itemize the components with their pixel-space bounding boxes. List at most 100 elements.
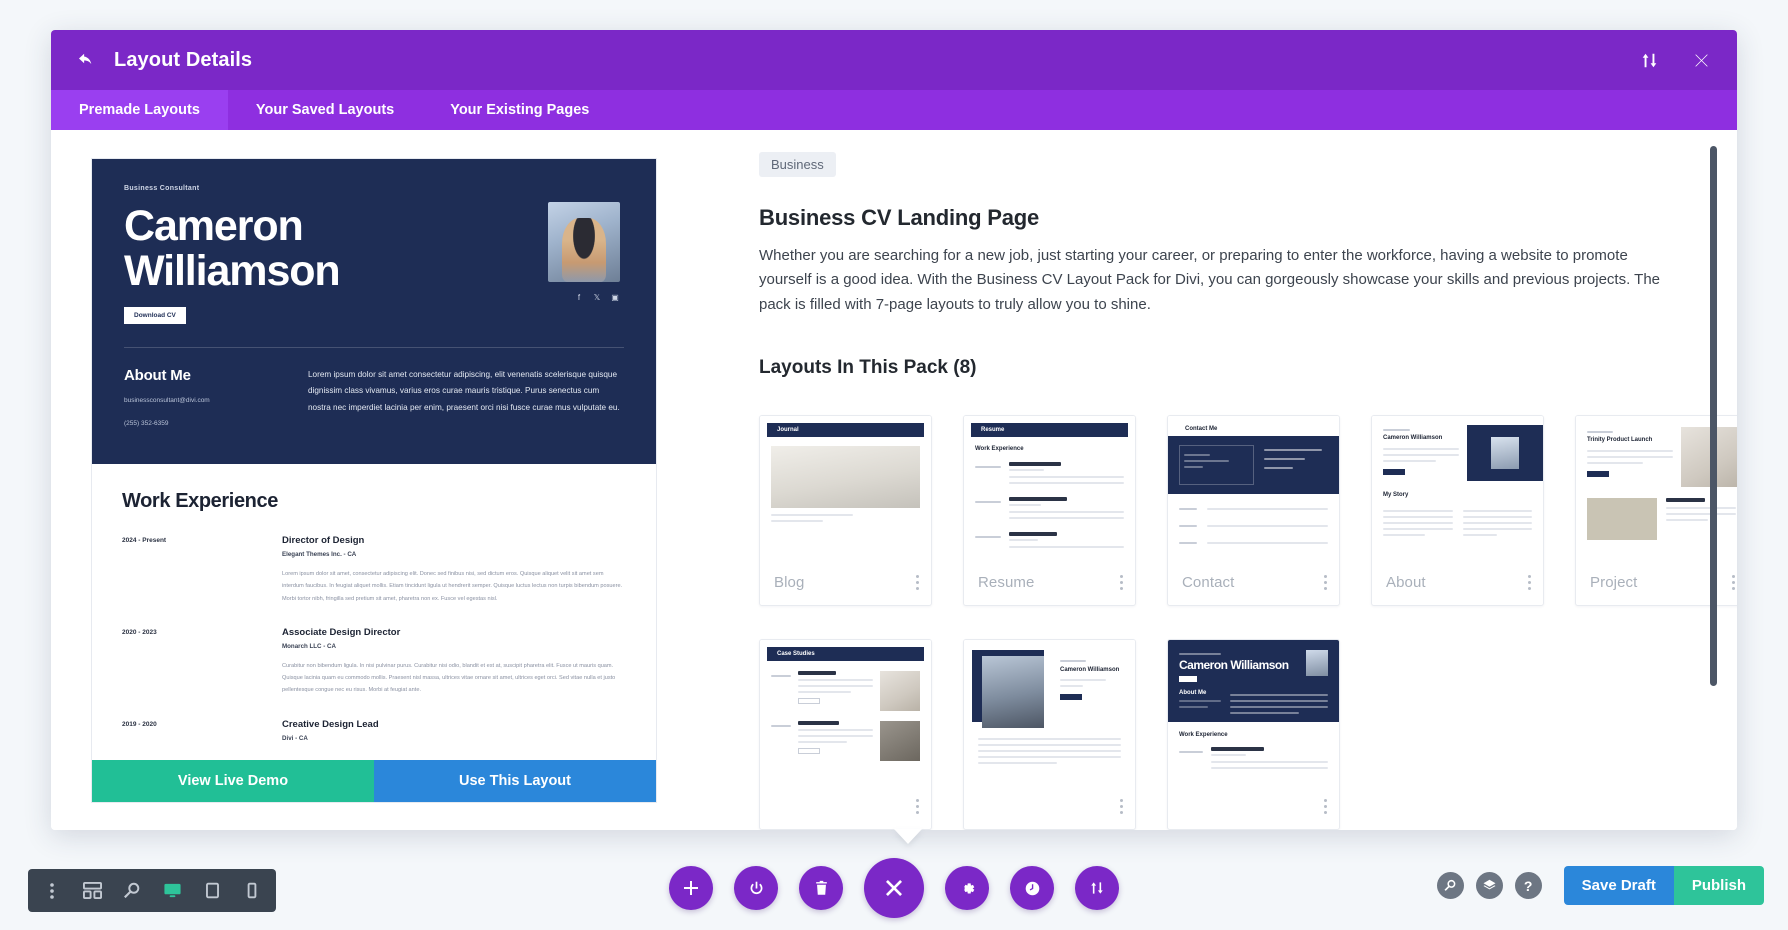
vertical-dots-icon[interactable] — [1732, 575, 1735, 591]
vertical-dots-icon[interactable] — [916, 575, 919, 591]
layout-details-modal: Layout Details Premade Layouts Your Save… — [51, 30, 1737, 830]
layout-card-footer: Contact — [1168, 561, 1339, 605]
job-text: Curabitur non bibendum ligula. In nisi p… — [282, 662, 616, 694]
preview-job-entry: 2020 - 2023 Associate Design Director Mo… — [122, 627, 626, 697]
list-item[interactable]: Case Studies — [759, 638, 932, 830]
list-item[interactable]: Cameron Williamson About Me Work Experie… — [1167, 638, 1340, 830]
tab-premade-layouts[interactable]: Premade Layouts — [51, 90, 228, 130]
back-arrow-icon[interactable] — [71, 45, 101, 75]
job-company: Monarch LLC - CA — [282, 642, 336, 650]
desktop-icon[interactable] — [152, 869, 192, 912]
toggle-builder-button[interactable] — [734, 866, 778, 910]
tab-your-existing-pages[interactable]: Your Existing Pages — [422, 90, 617, 130]
layout-name: About — [1386, 574, 1426, 592]
sort-updown-icon[interactable] — [1637, 48, 1661, 72]
vertical-dots-icon[interactable] — [1324, 575, 1327, 591]
thumb-heading: Case Studies — [767, 646, 924, 661]
zoom-icon[interactable] — [1436, 872, 1464, 899]
modal-tabs: Premade Layouts Your Saved Layouts Your … — [51, 90, 1737, 130]
phone-icon[interactable] — [232, 869, 272, 912]
layout-name: Resume — [978, 574, 1035, 592]
facebook-icon: f — [577, 292, 581, 302]
tab-your-saved-layouts[interactable]: Your Saved Layouts — [228, 90, 422, 130]
layout-thumbnail: Case Studies — [760, 639, 931, 785]
gear-icon[interactable] — [945, 866, 989, 910]
wireframe-icon[interactable] — [72, 869, 112, 912]
preview-about-email: businessconsultant@divi.com — [124, 397, 210, 404]
preview-job-entry: 2024 - Present Director of Design Elegan… — [122, 535, 626, 605]
publish-button[interactable]: Publish — [1673, 866, 1764, 905]
job-title: Director of Design — [282, 535, 365, 546]
layout-card-footer — [964, 785, 1135, 829]
layout-thumbnail: Journal — [760, 415, 931, 561]
header-actions — [1637, 48, 1713, 72]
vertical-dots-icon[interactable] — [1120, 575, 1123, 591]
layout-thumbnail: Cameron Williamson — [1372, 415, 1543, 561]
add-section-button[interactable] — [669, 866, 713, 910]
thumb-subheading: Work Experience — [1179, 731, 1228, 738]
preview-work-section: Work Experience 2024 - Present Director … — [92, 464, 656, 760]
instagram-icon: ▣ — [611, 292, 619, 302]
layout-name: Project — [1590, 574, 1638, 592]
thumb-heading: Journal — [767, 422, 924, 437]
thumb-heading: Cameron Williamson — [1383, 434, 1443, 441]
close-x-icon[interactable] — [1689, 48, 1713, 72]
layout-thumbnail: Cameron Williamson About Me Work Experie… — [1168, 639, 1339, 785]
thumb-heading: Resume — [971, 422, 1128, 437]
clock-icon[interactable] — [1010, 866, 1054, 910]
tablet-icon[interactable] — [192, 869, 232, 912]
layout-card-footer — [760, 785, 931, 829]
close-menu-button[interactable] — [864, 858, 924, 918]
layouts-grid: Journal Blog Resume Work Experience Resu… — [759, 414, 1737, 830]
layout-card-footer: Resume — [964, 561, 1135, 605]
vertical-dots-icon[interactable] — [1324, 799, 1327, 815]
trash-icon[interactable] — [799, 866, 843, 910]
preview-work-heading: Work Experience — [122, 490, 278, 512]
preview-job-entry: 2019 - 2020 Creative Design Lead Divi - … — [122, 719, 626, 742]
use-this-layout-button[interactable]: Use This Layout — [374, 759, 656, 802]
preview-about-block: About Me businessconsultant@divi.com (25… — [124, 367, 274, 431]
view-mode-toolbar — [28, 869, 276, 912]
vertical-dots-icon[interactable] — [32, 869, 72, 912]
preview-divider — [124, 347, 624, 348]
layout-preview-card: Business Consultant Cameron Williamson D… — [91, 158, 657, 803]
layout-pack-title: Business CV Landing Page — [759, 205, 1040, 230]
save-draft-button[interactable]: Save Draft — [1563, 866, 1674, 905]
builder-right-toolbar: ? Save Draft Publish — [1436, 866, 1764, 905]
list-item[interactable]: Contact Me Contact — [1167, 414, 1340, 606]
list-item[interactable]: Resume Work Experience Resume — [963, 414, 1136, 606]
preview-portrait-photo — [548, 202, 620, 282]
job-years: 2019 - 2020 — [122, 720, 157, 728]
modal-body: Business Consultant Cameron Williamson D… — [51, 130, 1737, 830]
pack-layouts-heading: Layouts In This Pack (8) — [759, 356, 977, 378]
list-item[interactable]: Cameron Williamson — [1371, 414, 1544, 606]
thumb-heading: Trinity Product Launch — [1587, 436, 1653, 443]
modal-caret — [894, 829, 922, 844]
layout-preview-column: Business Consultant Cameron Williamson D… — [51, 130, 671, 830]
thumb-heading: Contact Me — [1175, 421, 1332, 436]
sort-updown-icon[interactable] — [1075, 866, 1119, 910]
job-company: Divi - CA — [282, 734, 308, 742]
vertical-dots-icon[interactable] — [916, 799, 919, 815]
vertical-dots-icon[interactable] — [1528, 575, 1531, 591]
job-text: Lorem ipsum dolor sit amet, consectetur … — [282, 571, 623, 602]
list-item[interactable]: Journal Blog — [759, 414, 932, 606]
vertical-dots-icon[interactable] — [1120, 799, 1123, 815]
layers-icon[interactable] — [1475, 872, 1503, 899]
view-live-demo-button[interactable]: View Live Demo — [92, 759, 374, 802]
list-item[interactable]: Cameron Williamson — [963, 638, 1136, 830]
thumb-image — [771, 445, 920, 508]
layout-name: Contact — [1182, 574, 1235, 592]
help-icon[interactable]: ? — [1514, 872, 1542, 899]
preview-about-phone: (255) 352-6359 — [124, 420, 169, 428]
job-title: Associate Design Director — [282, 626, 401, 638]
preview-social-icons: f 𝕏 ▣ — [574, 292, 620, 302]
layout-thumbnail: Contact Me — [1168, 415, 1339, 561]
layout-card-footer: About — [1372, 561, 1543, 605]
vertical-scrollbar[interactable] — [1710, 146, 1717, 686]
preview-eyebrow: Business Consultant — [124, 185, 200, 192]
layout-pack-description: Whether you are searching for a new job,… — [759, 247, 1661, 313]
zoom-icon[interactable] — [112, 869, 152, 912]
category-badge: Business — [759, 152, 836, 177]
layout-thumbnail: Cameron Williamson — [964, 639, 1135, 785]
